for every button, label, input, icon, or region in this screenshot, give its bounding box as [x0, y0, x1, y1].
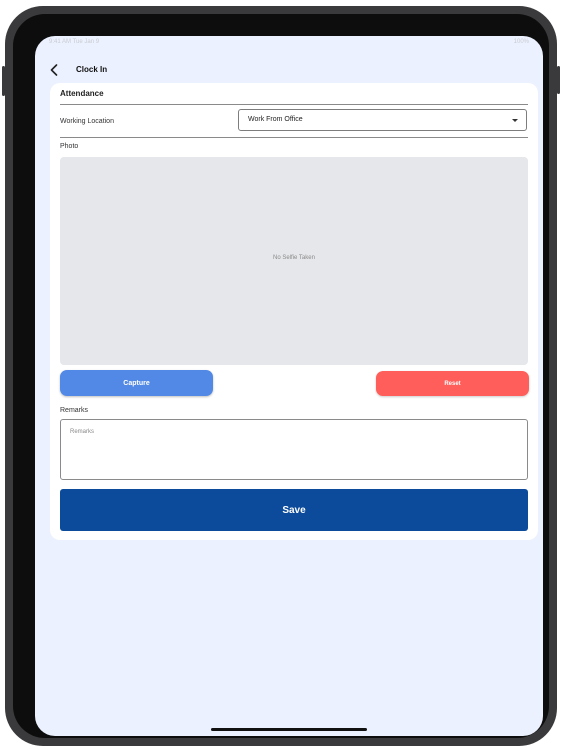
- selfie-preview: No Selfie Taken: [60, 157, 528, 365]
- page-title: Clock In: [76, 65, 108, 74]
- app-screen: 9:41 AM Tue Jan 9 100% Clock In Attendan…: [35, 36, 543, 736]
- chevron-left-icon: [50, 64, 58, 76]
- clock-in-form: Attendance Working Location Work From Of…: [50, 83, 538, 540]
- remarks-label: Remarks: [60, 407, 89, 414]
- status-battery: 100%: [513, 39, 529, 45]
- save-button[interactable]: Save: [60, 489, 528, 531]
- selfie-placeholder-text: No Selfie Taken: [273, 255, 315, 261]
- home-indicator[interactable]: [211, 728, 367, 731]
- caret-down-icon: [512, 119, 518, 122]
- divider: [60, 104, 528, 105]
- navigation-bar: Clock In: [35, 56, 543, 84]
- working-location-value: Work From Office: [248, 116, 303, 123]
- reset-button[interactable]: Reset: [376, 371, 529, 396]
- attendance-section-title: Attendance: [60, 89, 104, 98]
- divider: [60, 137, 528, 138]
- working-location-select[interactable]: Work From Office: [238, 109, 527, 131]
- status-bar: 9:41 AM Tue Jan 9 100%: [35, 36, 543, 50]
- remarks-input[interactable]: Remarks: [60, 419, 528, 480]
- back-button[interactable]: [45, 61, 63, 79]
- capture-button[interactable]: Capture: [60, 370, 213, 396]
- remarks-placeholder: Remarks: [70, 429, 95, 435]
- photo-label: Photo: [60, 143, 79, 150]
- power-button: [557, 66, 560, 94]
- working-location-label: Working Location: [60, 118, 114, 125]
- tablet-frame: 9:41 AM Tue Jan 9 100% Clock In Attendan…: [2, 6, 560, 746]
- volume-button: [2, 66, 5, 96]
- tablet-bezel: 9:41 AM Tue Jan 9 100% Clock In Attendan…: [13, 14, 549, 738]
- status-time: 9:41 AM Tue Jan 9: [49, 39, 100, 45]
